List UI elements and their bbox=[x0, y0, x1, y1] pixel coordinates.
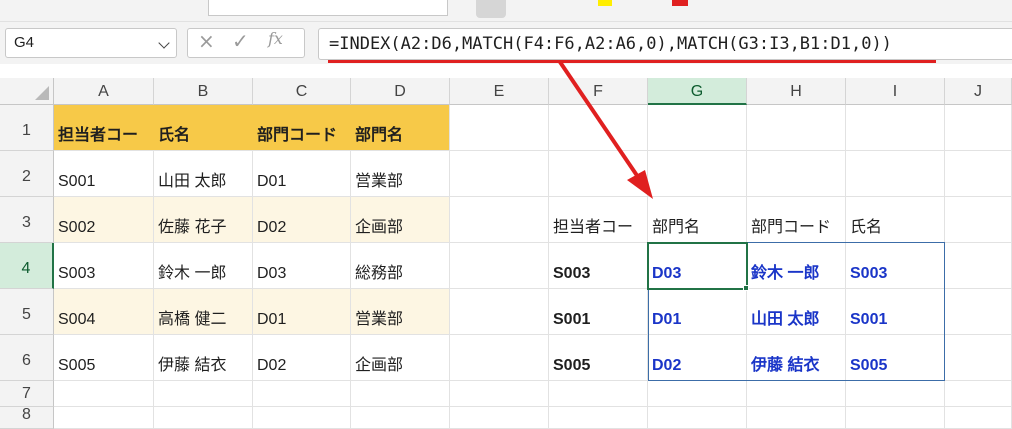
annotation-arrow bbox=[558, 60, 653, 199]
arrow-head bbox=[627, 170, 653, 199]
arrow-shaft bbox=[558, 60, 642, 182]
